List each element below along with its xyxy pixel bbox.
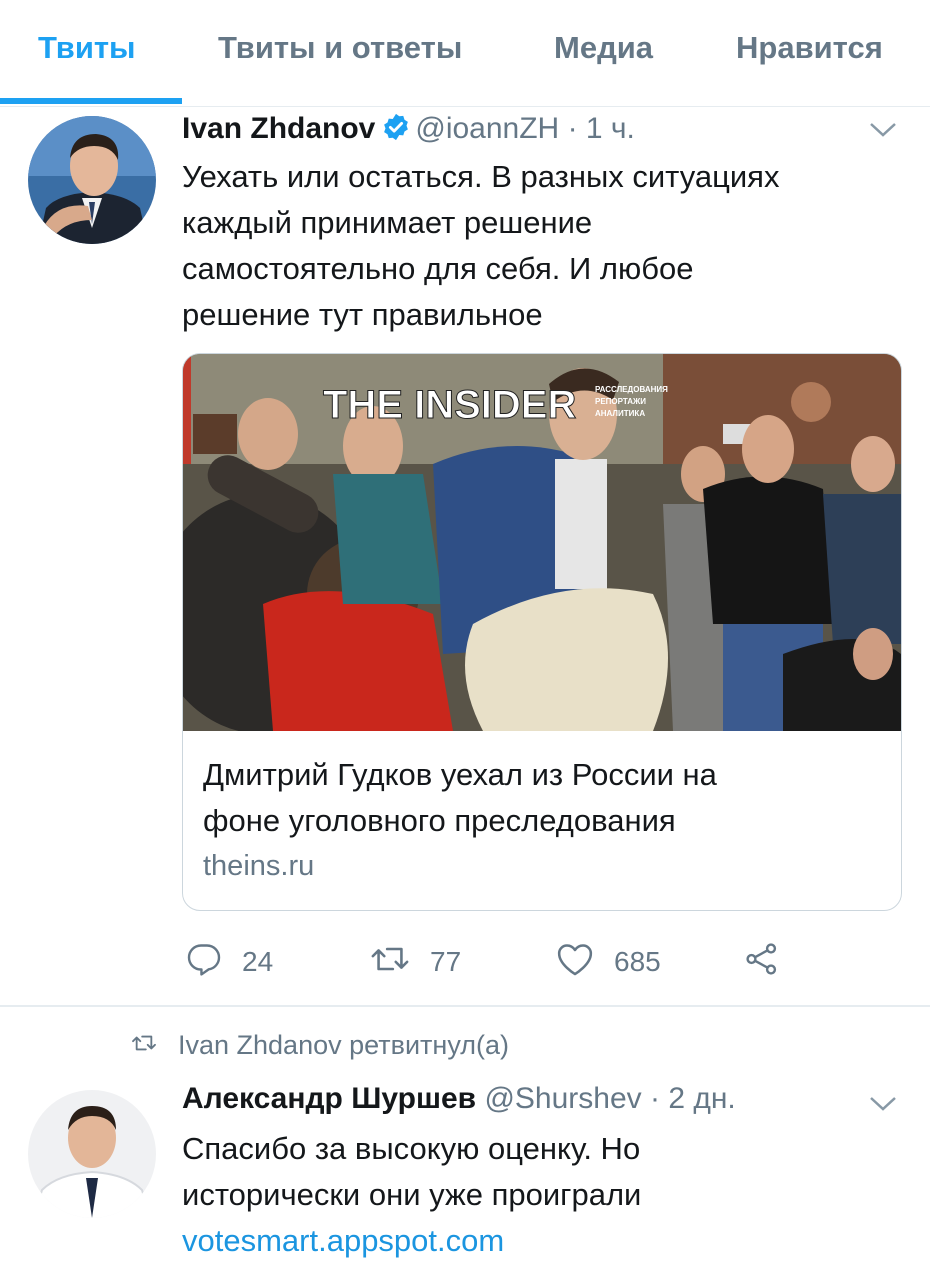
like-count: 685: [614, 946, 661, 977]
retweet-count: 77: [430, 946, 462, 977]
tweet-time[interactable]: 2 дн.: [668, 1082, 735, 1115]
reply-count: 24: [242, 946, 274, 977]
tweet2-header: Александр Шуршев @Shurshev · 2 дн.: [182, 1082, 736, 1116]
card-title-line: Дмитрий Гудков уехал из России на: [203, 757, 717, 792]
chevron-down-icon[interactable]: [868, 120, 898, 145]
tweet-text-line: Уехать или остаться. В разных ситуациях: [182, 159, 780, 194]
card-title-line: фоне уголовного преследования: [203, 803, 676, 838]
card-logo: THE INSIDER: [323, 383, 576, 427]
avatar-alexandr-shurshev[interactable]: [28, 1090, 156, 1218]
retweet-icon: [370, 941, 410, 984]
card-image: THE INSIDER РАССЛЕДОВАНИЯ РЕПОРТАЖИ АНАЛ…: [183, 354, 901, 734]
separator-dot: ·: [567, 112, 578, 145]
separator-dot: ·: [649, 1082, 660, 1115]
tweet2-text: Спасибо за высокую оценку. Но историческ…: [182, 1126, 892, 1264]
tab-media[interactable]: Медиа: [554, 30, 653, 66]
tab-likes[interactable]: Нравится: [736, 30, 883, 66]
card-title: Дмитрий Гудков уехал из России на фоне у…: [203, 752, 883, 844]
share-action[interactable]: [744, 940, 780, 984]
author-name[interactable]: Александр Шуршев: [182, 1082, 476, 1115]
tweet-time[interactable]: 1 ч.: [586, 112, 635, 145]
avatar-ivan-zhdanov[interactable]: [28, 116, 156, 244]
tab-tweets[interactable]: Твиты: [38, 30, 136, 66]
tweet1-header: Ivan Zhdanov @ioannZH · 1 ч.: [182, 112, 635, 150]
card-tagline-line: РАССЛЕДОВАНИЯ: [595, 385, 668, 394]
author-handle[interactable]: @ioannZH: [415, 112, 559, 145]
tweet-text-line: самостоятельно для себя. И любое: [182, 251, 694, 286]
reply-icon: [186, 941, 222, 984]
link-card[interactable]: THE INSIDER РАССЛЕДОВАНИЯ РЕПОРТАЖИ АНАЛ…: [182, 353, 902, 911]
card-domain: theins.ru: [203, 850, 315, 882]
active-tab-indicator: [0, 98, 182, 104]
tweet-link[interactable]: votesmart.appspot.com: [182, 1218, 892, 1264]
share-icon: [744, 941, 780, 984]
tweet-divider: [0, 1005, 930, 1007]
chevron-down-icon[interactable]: [868, 1094, 898, 1119]
reply-action[interactable]: 24: [186, 940, 273, 984]
tweet-text-line: каждый принимает решение: [182, 205, 593, 240]
verified-badge-icon: [381, 112, 411, 150]
retweet-notice-text: Ivan Zhdanov ретвитнул(а): [178, 1030, 509, 1060]
card-tagline-line: РЕПОРТАЖИ: [595, 397, 646, 406]
retweet-icon: [130, 1030, 158, 1061]
like-icon: [556, 941, 594, 984]
tab-tweets-and-replies[interactable]: Твиты и ответы: [218, 30, 462, 66]
author-name[interactable]: Ivan Zhdanov: [182, 112, 375, 145]
author-handle[interactable]: @Shurshev: [484, 1082, 641, 1115]
card-tagline-line: АНАЛИТИКА: [595, 409, 645, 418]
tweet-text-line: Спасибо за высокую оценку. Но: [182, 1131, 641, 1166]
tweet1-text: Уехать или остаться. В разных ситуациях …: [182, 154, 892, 338]
retweet-notice[interactable]: Ivan Zhdanov ретвитнул(а): [130, 1030, 509, 1061]
profile-tabs: Твиты Твиты и ответы Медиа Нравится: [0, 0, 930, 107]
like-action[interactable]: 685: [556, 940, 661, 984]
tweet-text-line: решение тут правильное: [182, 297, 543, 332]
retweet-action[interactable]: 77: [370, 940, 461, 984]
tweet-text-line: исторически они уже проиграли: [182, 1177, 642, 1212]
